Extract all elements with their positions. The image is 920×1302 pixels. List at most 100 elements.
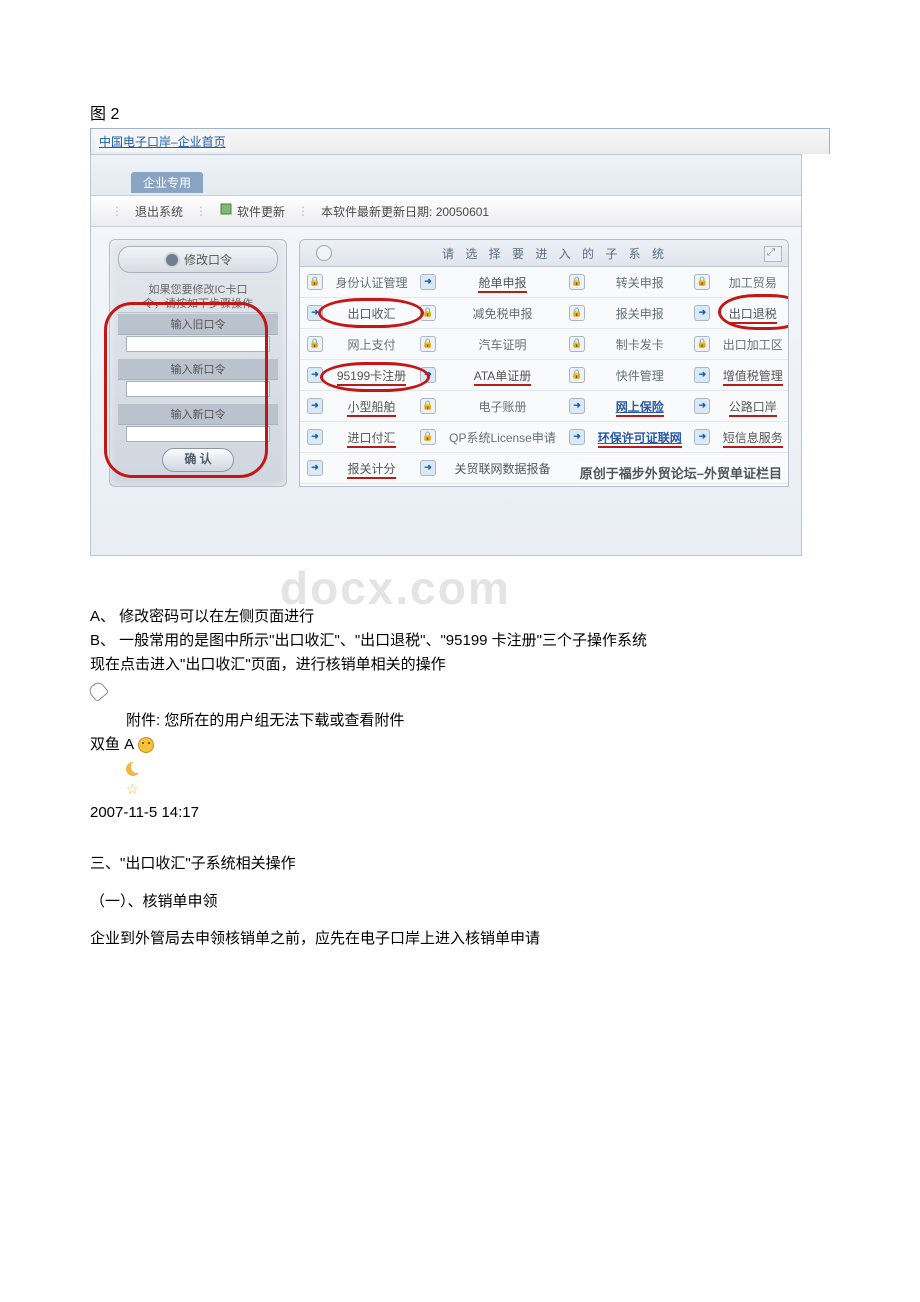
section3-l3: 企业到外管局去申领核销单之前，应先在电子口岸上进入核销单申请 <box>90 928 830 951</box>
cell-icon: ➜ <box>687 422 717 453</box>
arrow-icon: ➜ <box>420 367 436 383</box>
cell-icon: ➜ <box>413 453 443 484</box>
cell-icon: 🔒 <box>413 298 443 329</box>
subsystem-link[interactable]: 关贸联网数据报备 <box>443 453 562 484</box>
arrow-icon: ➜ <box>307 305 323 321</box>
lock-icon: 🔒 <box>694 274 710 290</box>
lock-icon: 🔒 <box>307 336 323 352</box>
lock-icon: 🔒 <box>694 336 710 352</box>
confirm-password-input[interactable] <box>126 426 270 442</box>
cell-icon: 🔒 <box>300 329 330 360</box>
subsystem-link[interactable]: 小型船舶 <box>330 391 413 422</box>
subsystem-link[interactable]: 出口退税 <box>717 298 788 329</box>
lock-icon: 🔒 <box>420 336 436 352</box>
app-toolbar: ⋮ 退出系统 ⋮ 软件更新 ⋮ 本软件最新更新日期: 20050601 <box>91 196 801 227</box>
subsystem-link[interactable]: 环保许可证联网 <box>592 422 687 453</box>
cell-icon: ➜ <box>300 422 330 453</box>
subsystem-link[interactable]: 身份认证管理 <box>330 267 413 298</box>
arrow-icon: ➜ <box>694 398 710 414</box>
subsystem-link[interactable]: 报关计分 <box>330 453 413 484</box>
username: 双鱼 A <box>90 734 830 756</box>
confirm-button[interactable]: 确 认 <box>162 448 234 472</box>
screenshot-credit: 原创于福步外贸论坛–外贸单证栏目 <box>580 463 782 482</box>
arrow-icon: ➜ <box>569 398 585 414</box>
cell-icon: 🔒 <box>687 267 717 298</box>
old-password-input[interactable] <box>126 336 270 352</box>
lock-icon: 🔒 <box>420 398 436 414</box>
grid-row: ➜进口付汇🔒QP系统License申请➜环保许可证联网➜短信息服务 <box>300 422 788 453</box>
cell-icon: ➜ <box>687 298 717 329</box>
grid-row: ➜95199卡注册➜ATA单证册🔒快件管理➜增值税管理 <box>300 360 788 391</box>
lock-icon: 🔒 <box>569 305 585 321</box>
change-password-panel: 修改口令 如果您要修改IC卡口 令，请按如下步骤操作 输入旧口令 输入新口令 输… <box>109 239 287 487</box>
post-date: 2007-11-5 14:17 <box>90 802 830 824</box>
cell-icon: ➜ <box>562 391 592 422</box>
section3-l1: 三、"出口收汇"子系统相关操作 <box>90 853 830 876</box>
line-c: 现在点击进入"出口收汇"页面，进行核销单相关的操作 <box>90 654 830 676</box>
body-text: docx.com A、 修改密码可以在左侧页面进行 B、 一般常用的是图中所示"… <box>90 606 830 823</box>
new-password-label: 输入新口令 <box>118 358 278 380</box>
cell-icon: 🔒 <box>562 360 592 391</box>
cell-icon: ➜ <box>300 298 330 329</box>
arrow-icon: ➜ <box>420 274 436 290</box>
subsystem-link[interactable]: ATA单证册 <box>443 360 562 391</box>
subsystem-link[interactable]: 公路口岸 <box>717 391 788 422</box>
attachment-note: 附件: 您所在的用户组无法下载或查看附件 <box>126 710 830 732</box>
cell-icon: 🔒 <box>413 391 443 422</box>
subsystem-link[interactable]: 电子账册 <box>443 391 562 422</box>
grid-row: 🔒网上支付🔒汽车证明🔒制卡发卡🔒出口加工区 <box>300 329 788 360</box>
subsystem-link[interactable]: 转关申报 <box>592 267 687 298</box>
subsystem-link[interactable]: 网上保险 <box>592 391 687 422</box>
arrow-icon: ➜ <box>420 460 436 476</box>
arrow-icon: ➜ <box>307 398 323 414</box>
section3-l2: （一）、核销单申领 <box>90 891 830 914</box>
subsystem-link[interactable]: 报关申报 <box>592 298 687 329</box>
subsystem-link[interactable]: 网上支付 <box>330 329 413 360</box>
browser-title: 中国电子口岸–企业首页 <box>95 131 230 152</box>
cell-icon: ➜ <box>687 391 717 422</box>
subsystem-link[interactable]: 制卡发卡 <box>592 329 687 360</box>
cell-icon: ➜ <box>562 422 592 453</box>
subsystem-panel: 请 选 择 要 进 入 的 子 系 统 ⤢ 🔒身份认证管理➜舱单申报🔒转关申报🔒… <box>299 239 789 487</box>
cell-icon: 🔒 <box>687 329 717 360</box>
exit-system-button[interactable]: 退出系统 <box>135 203 183 220</box>
subsystem-link[interactable]: 进口付汇 <box>330 422 413 453</box>
browser-title-bar: 中国电子口岸–企业首页 <box>90 128 830 154</box>
subsystem-link[interactable]: 出口收汇 <box>330 298 413 329</box>
change-password-note1: 如果您要修改IC卡口 <box>118 283 278 297</box>
cell-icon: ➜ <box>687 360 717 391</box>
attachment-clip-icon <box>87 680 110 703</box>
cell-icon: ➜ <box>300 391 330 422</box>
app-header: 企业专用 <box>91 155 801 196</box>
subsystem-link[interactable]: 汽车证明 <box>443 329 562 360</box>
panel-header-icon <box>316 245 332 261</box>
key-icon <box>164 252 180 268</box>
grid-row: ➜出口收汇🔒减免税申报🔒报关申报➜出口退税 <box>300 298 788 329</box>
grid-row: ➜ 小型船舶 🔒 电子账册 ➜ 网上保险 ➜ 公路口岸 <box>300 391 788 422</box>
subsystem-link[interactable]: 短信息服务 <box>717 422 788 453</box>
subsystem-panel-header: 请 选 择 要 进 入 的 子 系 统 ⤢ <box>300 240 788 267</box>
lock-icon: 🔒 <box>569 367 585 383</box>
cell-icon: 🔒 <box>300 267 330 298</box>
subsystem-link[interactable]: 增值税管理 <box>717 360 788 391</box>
subsystem-link[interactable]: 出口加工区 <box>717 329 788 360</box>
new-password-input[interactable] <box>126 381 270 397</box>
subsystem-link[interactable]: 减免税申报 <box>443 298 562 329</box>
subsystem-link[interactable]: 舱单申报 <box>443 267 562 298</box>
subsystem-link[interactable]: QP系统License申请 <box>443 422 562 453</box>
subsystem-link[interactable]: 加工贸易 <box>717 267 788 298</box>
tab-enterprise[interactable]: 企业专用 <box>131 172 203 193</box>
change-password-header: 修改口令 <box>118 246 278 273</box>
subsystem-link[interactable]: 95199卡注册 <box>330 360 413 391</box>
arrow-icon: ➜ <box>694 367 710 383</box>
change-password-note2: 令，请按如下步骤操作 <box>118 297 278 312</box>
figure-label: 图 2 <box>90 100 830 124</box>
software-update-button[interactable]: 软件更新 <box>219 202 285 220</box>
subsystem-link[interactable]: 快件管理 <box>592 360 687 391</box>
expand-icon[interactable]: ⤢ <box>764 246 782 262</box>
arrow-icon: ➜ <box>307 460 323 476</box>
cell-icon: ➜ <box>413 267 443 298</box>
cell-icon: 🔒 <box>413 422 443 453</box>
old-password-label: 输入旧口令 <box>118 313 278 335</box>
cell-icon: ➜ <box>300 453 330 484</box>
